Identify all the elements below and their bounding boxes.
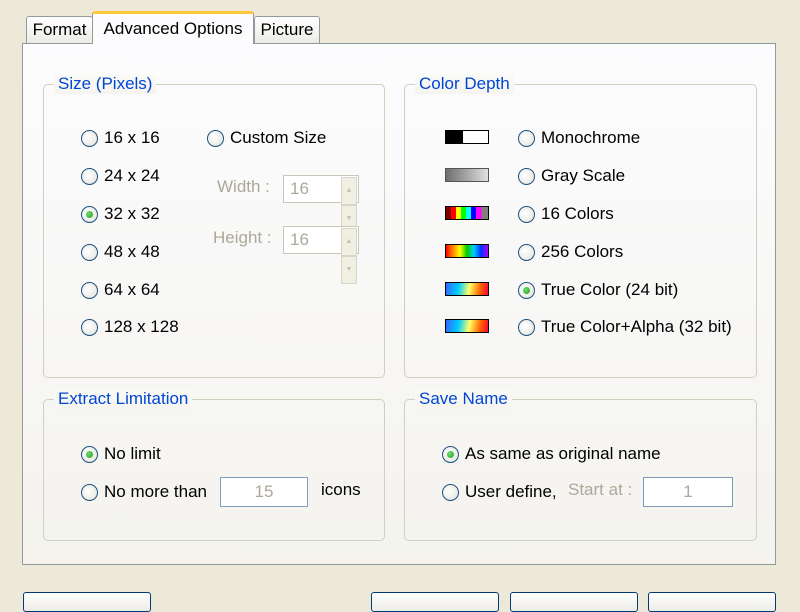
color-depth-group: Color Depth Monochrome Gray Scale 16 Col… — [404, 74, 757, 378]
no-more-than-label: No more than — [104, 482, 207, 501]
radio-icon — [518, 243, 535, 261]
16-colors-radio[interactable]: 16 Colors — [518, 203, 614, 225]
tab-advanced-options[interactable]: Advanced Options — [92, 11, 254, 44]
radio-icon — [81, 281, 98, 299]
dialog-button-2[interactable] — [510, 592, 638, 612]
user-define-label: User define, — [465, 482, 557, 501]
true-color-label: True Color (24 bit) — [541, 280, 679, 299]
no-limit-radio[interactable]: No limit — [81, 443, 161, 465]
color-depth-group-title: Color Depth — [415, 74, 514, 94]
16-colors-label: 16 Colors — [541, 204, 614, 223]
size-48-label: 48 x 48 — [104, 242, 160, 261]
height-spinner[interactable]: 16 ▲ ▼ — [283, 226, 359, 284]
tab-format[interactable]: Format — [26, 16, 93, 43]
radio-checked-icon — [81, 445, 98, 463]
radio-icon — [518, 205, 535, 223]
advanced-options-panel: Size (Pixels) 16 x 16 24 x 24 32 x 32 48… — [22, 43, 776, 565]
radio-icon — [81, 129, 98, 147]
radio-icon — [518, 167, 535, 185]
bottom-left-button[interactable] — [23, 592, 151, 612]
width-spin-buttons[interactable]: ▲ ▼ — [341, 177, 357, 233]
radio-icon — [518, 318, 535, 336]
true-color-swatch-icon — [445, 282, 489, 296]
tab-picture[interactable]: Picture — [254, 16, 320, 43]
tab-format-label: Format — [32, 20, 87, 39]
icons-suffix-label: icons — [321, 480, 361, 499]
custom-size-label: Custom Size — [230, 128, 327, 147]
start-at-input[interactable]: 1 — [643, 477, 733, 507]
radio-checked-icon — [81, 205, 98, 223]
radio-icon — [81, 318, 98, 336]
width-spinner[interactable]: 16 ▲ ▼ — [283, 175, 359, 233]
width-value: 16 — [290, 179, 309, 198]
256-colors-swatch-icon — [445, 244, 489, 258]
spin-down-icon[interactable]: ▼ — [341, 256, 357, 284]
extract-limitation-title: Extract Limitation — [54, 389, 193, 409]
same-as-original-label: As same as original name — [465, 444, 661, 463]
extract-limitation-group: Extract Limitation No limit No more than… — [43, 389, 385, 541]
custom-size-radio[interactable]: Custom Size — [207, 127, 326, 149]
monochrome-radio[interactable]: Monochrome — [518, 127, 640, 149]
dialog-button-3[interactable] — [648, 592, 776, 612]
radio-icon — [81, 167, 98, 185]
grayscale-radio[interactable]: Gray Scale — [518, 165, 625, 187]
radio-icon — [81, 243, 98, 261]
spin-up-icon[interactable]: ▲ — [341, 177, 357, 205]
start-at-label: Start at : — [568, 480, 633, 499]
icon-limit-input[interactable]: 15 — [220, 477, 308, 507]
radio-icon — [207, 129, 224, 147]
size-48-radio[interactable]: 48 x 48 — [81, 241, 160, 263]
save-name-group: Save Name As same as original name User … — [404, 389, 757, 541]
height-value: 16 — [290, 230, 309, 249]
size-32-radio[interactable]: 32 x 32 — [81, 203, 160, 225]
256-colors-radio[interactable]: 256 Colors — [518, 241, 623, 263]
size-64-radio[interactable]: 64 x 64 — [81, 279, 160, 301]
size-16-radio[interactable]: 16 x 16 — [81, 127, 160, 149]
tab-advanced-options-label: Advanced Options — [103, 19, 243, 38]
grayscale-swatch-icon — [445, 168, 489, 182]
height-label: Height : — [213, 228, 272, 247]
monochrome-label: Monochrome — [541, 128, 641, 147]
user-define-radio[interactable]: User define, — [442, 481, 557, 503]
size-16-label: 16 x 16 — [104, 128, 160, 147]
same-as-original-radio[interactable]: As same as original name — [442, 443, 661, 465]
save-name-title: Save Name — [415, 389, 512, 409]
size-group-title: Size (Pixels) — [54, 74, 157, 94]
size-24-label: 24 x 24 — [104, 166, 160, 185]
start-at-value: 1 — [683, 482, 693, 501]
radio-checked-icon — [518, 281, 535, 299]
radio-icon — [518, 129, 535, 147]
grayscale-label: Gray Scale — [541, 166, 626, 185]
true-color-radio[interactable]: True Color (24 bit) — [518, 279, 678, 301]
size-128-label: 128 x 128 — [104, 317, 179, 336]
16-colors-swatch-icon — [445, 206, 489, 220]
size-24-radio[interactable]: 24 x 24 — [81, 165, 160, 187]
size-64-label: 64 x 64 — [104, 280, 160, 299]
true-color-alpha-swatch-icon — [445, 319, 489, 333]
radio-checked-icon — [442, 445, 459, 463]
size-32-label: 32 x 32 — [104, 204, 160, 223]
true-color-alpha-label: True Color+Alpha (32 bit) — [541, 317, 732, 336]
icon-limit-value: 15 — [254, 482, 274, 501]
spin-up-icon[interactable]: ▲ — [341, 228, 357, 256]
radio-icon — [81, 483, 98, 501]
no-more-than-radio[interactable]: No more than — [81, 481, 207, 503]
size-group: Size (Pixels) 16 x 16 24 x 24 32 x 32 48… — [43, 74, 385, 378]
dialog-button-1[interactable] — [371, 592, 499, 612]
size-128-radio[interactable]: 128 x 128 — [81, 316, 179, 338]
radio-icon — [442, 483, 459, 501]
true-color-alpha-radio[interactable]: True Color+Alpha (32 bit) — [518, 316, 732, 338]
monochrome-swatch-icon — [445, 130, 489, 144]
width-label: Width : — [217, 177, 270, 196]
256-colors-label: 256 Colors — [541, 242, 624, 261]
tab-picture-label: Picture — [260, 20, 314, 39]
height-spin-buttons[interactable]: ▲ ▼ — [341, 228, 357, 284]
no-limit-label: No limit — [104, 444, 161, 463]
